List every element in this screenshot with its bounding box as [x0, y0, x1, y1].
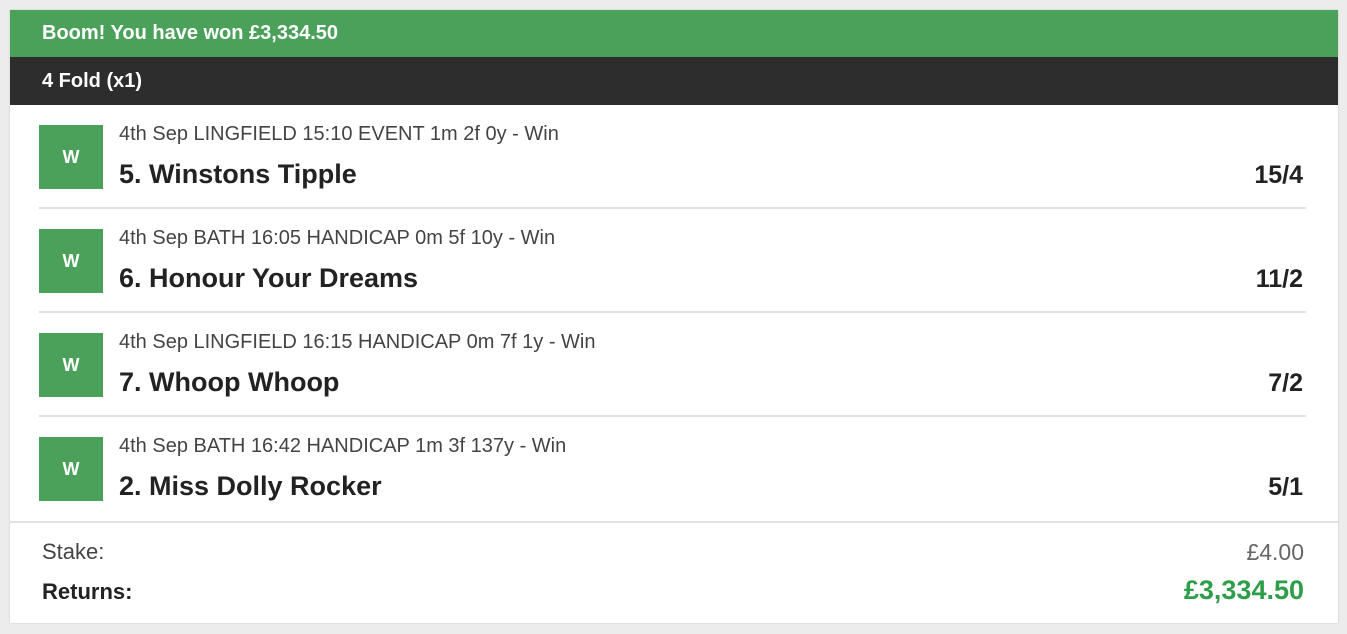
runner-name: 5. Winstons Tipple — [119, 159, 357, 189]
bet-receipt-card: Boom! You have won £3,334.50 4 Fold (x1)… — [10, 10, 1338, 623]
runner-name: 7. Whoop Whoop — [119, 367, 340, 397]
selection-row: W 4th Sep LINGFIELD 16:15 HANDICAP 0m 7f… — [39, 313, 1306, 417]
win-result-badge: W — [39, 125, 103, 189]
runner-name: 2. Miss Dolly Rocker — [119, 471, 382, 501]
event-info: 4th Sep LINGFIELD 15:10 EVENT 1m 2f 0y -… — [119, 123, 559, 145]
selection-row: W 4th Sep BATH 16:42 HANDICAP 1m 3f 137y… — [39, 417, 1306, 520]
win-banner: Boom! You have won £3,334.50 — [10, 10, 1338, 57]
bet-type-header: 4 Fold (x1) — [10, 57, 1338, 105]
bet-summary: Stake: £4.00 Returns: £3,334.50 — [10, 521, 1338, 623]
returns-label: Returns: — [42, 579, 133, 604]
returns-value: £3,334.50 — [1183, 575, 1304, 605]
win-result-badge: W — [39, 333, 103, 397]
selections-list: W 4th Sep LINGFIELD 15:10 EVENT 1m 2f 0y… — [10, 105, 1338, 520]
runner-name: 6. Honour Your Dreams — [119, 263, 419, 293]
selection-odds: 15/4 — [1254, 161, 1303, 189]
selection-row: W 4th Sep LINGFIELD 15:10 EVENT 1m 2f 0y… — [39, 105, 1306, 209]
returns-row: Returns: £3,334.50 — [42, 575, 1304, 619]
win-result-badge: W — [39, 437, 103, 501]
selection-odds: 7/2 — [1268, 369, 1303, 397]
stake-value: £4.00 — [1246, 539, 1304, 565]
stake-row: Stake: £4.00 — [42, 539, 1304, 579]
selection-odds: 5/1 — [1268, 473, 1303, 501]
selection-row: W 4th Sep BATH 16:05 HANDICAP 0m 5f 10y … — [39, 209, 1306, 313]
stake-label: Stake: — [42, 539, 105, 564]
event-info: 4th Sep BATH 16:05 HANDICAP 0m 5f 10y - … — [119, 227, 556, 249]
event-info: 4th Sep LINGFIELD 16:15 HANDICAP 0m 7f 1… — [119, 331, 596, 353]
selection-odds: 11/2 — [1255, 265, 1303, 293]
event-info: 4th Sep BATH 16:42 HANDICAP 1m 3f 137y -… — [119, 435, 567, 457]
win-result-badge: W — [39, 229, 103, 293]
